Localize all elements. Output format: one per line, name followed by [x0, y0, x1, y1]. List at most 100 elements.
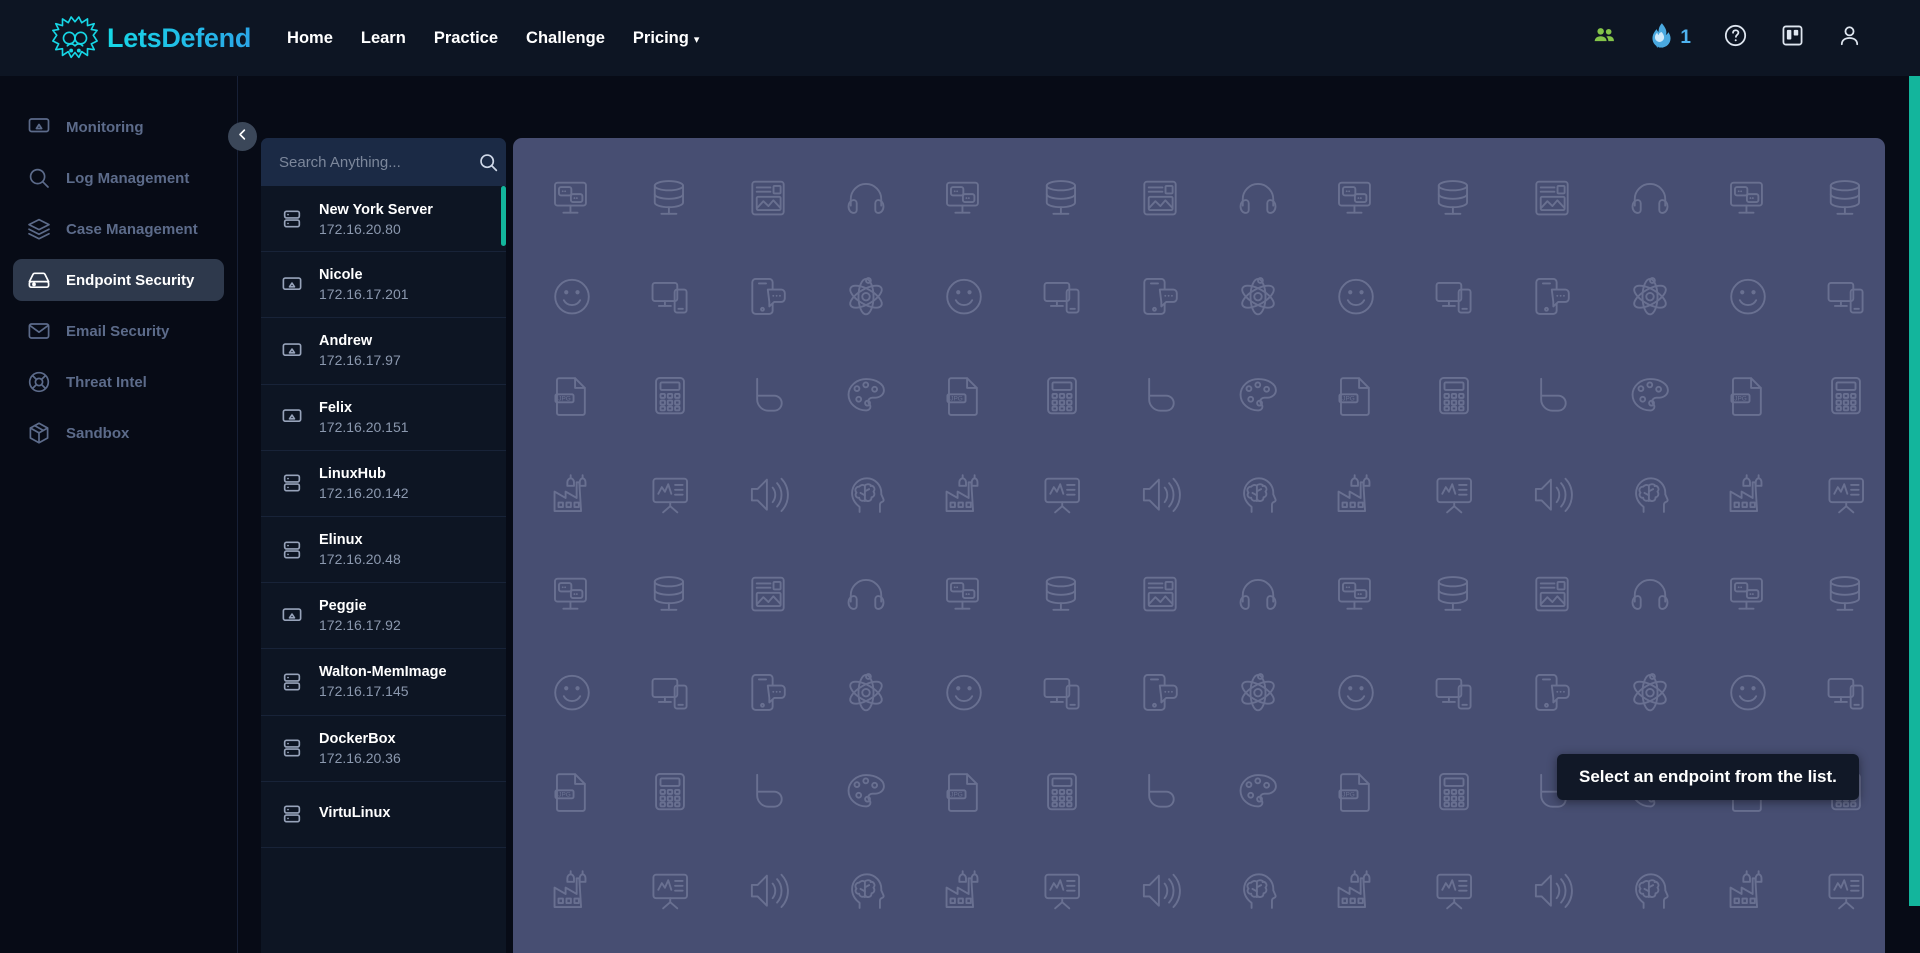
chat-monitor-icon: [915, 543, 1013, 642]
sidebar-item-threat-intel[interactable]: Threat Intel: [13, 361, 224, 403]
endpoint-list-scrollbar[interactable]: [501, 186, 506, 953]
devices-icon: [1797, 246, 1885, 345]
chat-monitor-icon: [1307, 543, 1405, 642]
profile-button[interactable]: [1821, 18, 1878, 58]
endpoint-name: Peggie: [319, 598, 367, 615]
sidebar-item-sandbox[interactable]: Sandbox: [13, 412, 224, 454]
palette-icon: [1209, 741, 1307, 840]
endpoint-list-item[interactable]: Felix 172.16.20.151: [261, 385, 506, 451]
sidebar-item-email-security[interactable]: Email Security: [13, 310, 224, 352]
community-button[interactable]: [1576, 18, 1633, 58]
webpage-icon: [1111, 147, 1209, 246]
brain-head-icon: [1601, 840, 1699, 939]
headphones-icon: [1601, 543, 1699, 642]
server-icon: [281, 472, 303, 494]
search-icon[interactable]: [478, 152, 499, 173]
brand-logo[interactable]: LetsDefend: [50, 16, 251, 60]
endpoint-list-item[interactable]: Andrew 172.16.17.97: [261, 318, 506, 385]
database-icon: [1797, 147, 1885, 246]
endpoint-list[interactable]: New York Server 172.16.20.80 Nicole 172.16.…: [261, 186, 506, 953]
smiley-icon: [523, 246, 621, 345]
endpoint-ip: 172.16.17.97: [319, 352, 401, 369]
phone-chat-icon: [719, 246, 817, 345]
search-input[interactable]: [279, 153, 478, 171]
webpage-icon: [1503, 939, 1601, 953]
endpoint-list-item[interactable]: DockerBox 172.16.20.36: [261, 716, 506, 782]
smiley-icon: [915, 246, 1013, 345]
speaker-icon: [719, 444, 817, 543]
jpg-file-icon: JPG: [1307, 345, 1405, 444]
empty-state-message: Select an endpoint from the list.: [1557, 754, 1859, 800]
endpoint-list-item[interactable]: VirtuLinux: [261, 782, 506, 848]
jpg-file-icon: JPG: [915, 741, 1013, 840]
endpoint-list-item[interactable]: LinuxHub 172.16.20.142: [261, 451, 506, 517]
endpoint-ip: 172.16.20.151: [319, 418, 409, 435]
chat-monitor-icon: [1699, 543, 1797, 642]
devices-icon: [1405, 642, 1503, 741]
endpoint-list-item[interactable]: Peggie 172.16.17.92: [261, 583, 506, 650]
nav-home[interactable]: Home: [273, 23, 347, 54]
chat-monitor-icon: [1699, 939, 1797, 953]
endpoint-list-item[interactable]: New York Server 172.16.20.80: [261, 186, 506, 253]
atom-icon: [1209, 642, 1307, 741]
endpoint-name: Nicole: [319, 267, 363, 284]
nav-label: Pricing: [632, 28, 689, 47]
sidebar-item-endpoint-security[interactable]: Endpoint Security: [13, 259, 224, 301]
nav-label: Practice: [433, 28, 499, 47]
left-sidebar: Monitoring Log Management Case Management E…: [0, 76, 238, 953]
server-icon: [281, 803, 303, 825]
devices-icon: [1013, 246, 1111, 345]
endpoint-list-item[interactable]: Walton-MemImage 172.16.17.145: [261, 649, 506, 716]
calculator-icon: [1013, 741, 1111, 840]
monitor-icon: [27, 115, 51, 139]
smiley-icon: [915, 642, 1013, 741]
factory-icon: [915, 840, 1013, 939]
brain-head-icon: [817, 840, 915, 939]
topbar-actions: 1: [1576, 18, 1878, 58]
page-scrollbar-thumb[interactable]: [1909, 76, 1920, 906]
scrollbar-thumb[interactable]: [501, 186, 506, 246]
smiley-icon: [1307, 642, 1405, 741]
atom-icon: [817, 642, 915, 741]
nav-challenge[interactable]: Challenge: [512, 23, 619, 54]
sidebar-item-label: Sandbox: [66, 424, 130, 442]
speaker-icon: [1111, 444, 1209, 543]
headphones-icon: [1209, 543, 1307, 642]
nav-pricing[interactable]: Pricing ▾: [619, 23, 713, 54]
desktop-icon: [281, 406, 303, 428]
endpoint-detail-panel: JPGJPGJPGJPGJPGJPGJPGJPG Select an endpo…: [513, 138, 1885, 953]
page-scrollbar[interactable]: [1909, 76, 1920, 906]
sidebar-item-case-management[interactable]: Case Management: [13, 208, 224, 250]
nav-practice[interactable]: Practice: [420, 23, 512, 54]
board-button[interactable]: [1764, 18, 1821, 58]
webpage-icon: [1503, 147, 1601, 246]
endpoint-list-item[interactable]: Nicole 172.16.17.201: [261, 252, 506, 319]
database-icon: [1405, 939, 1503, 953]
sidebar-item-log-management[interactable]: Log Management: [13, 157, 224, 199]
headphones-icon: [817, 939, 915, 953]
sidebar-item-label: Email Security: [66, 322, 170, 340]
headphones-icon: [1209, 147, 1307, 246]
calculator-icon: [1405, 345, 1503, 444]
brand-name: LetsDefend: [107, 22, 252, 53]
palette-icon: [817, 741, 915, 840]
help-button[interactable]: [1707, 18, 1764, 58]
sidebar-item-label: Threat Intel: [66, 373, 147, 391]
endpoint-list-item[interactable]: Elinux 172.16.20.48: [261, 517, 506, 584]
streak-button[interactable]: 1: [1633, 18, 1707, 58]
chevron-left-icon: [235, 127, 250, 147]
presentation-chart-icon: [621, 444, 719, 543]
database-icon: [1013, 939, 1111, 953]
phone-chat-icon: [1111, 246, 1209, 345]
endpoint-name: VirtuLinux: [319, 804, 391, 821]
headphones-icon: [1601, 939, 1699, 953]
database-icon: [621, 147, 719, 246]
sidebar-collapse-button[interactable]: [228, 122, 257, 151]
phone-chat-icon: [1111, 642, 1209, 741]
nav-learn[interactable]: Learn: [347, 23, 420, 54]
chat-monitor-icon: [523, 543, 621, 642]
headphones-icon: [817, 147, 915, 246]
presentation-chart-icon: [1013, 840, 1111, 939]
sidebar-item-monitoring[interactable]: Monitoring: [13, 106, 224, 148]
desktop-icon: [281, 274, 303, 296]
